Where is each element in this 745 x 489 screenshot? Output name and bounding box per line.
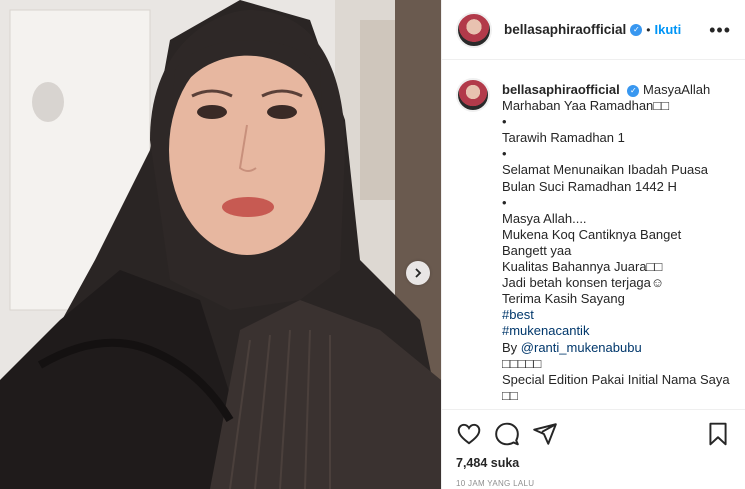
heart-icon[interactable] (456, 421, 482, 447)
caption-line: □□ (502, 387, 518, 403)
bookmark-icon[interactable] (705, 421, 731, 447)
author-avatar[interactable] (456, 11, 492, 48)
caption-line: Terima Kasih Sayang (502, 291, 625, 307)
caption-line: Bulan Suci Ramadhan 1442 H (502, 178, 677, 194)
action-bar (442, 410, 745, 448)
next-photo-button[interactable] (406, 261, 430, 285)
caption-line: Bangett yaa (502, 242, 572, 258)
author-username[interactable]: bellasaphiraofficial (504, 22, 626, 37)
verified-badge-icon: ✓ (630, 23, 643, 36)
caption-line: Tarawih Ramadhan 1 (502, 130, 625, 146)
hashtag-best[interactable]: #best (502, 307, 730, 323)
caption-line: • (502, 146, 507, 162)
caption-section: bellasaphiraofficial ✓ MasyaAllah Marhab… (442, 60, 745, 409)
caption-line: Mukena Koq Cantiknya Banget (502, 226, 682, 242)
like-count[interactable]: 7,484 suka (442, 448, 745, 470)
post-side-panel: bellasaphiraofficial ✓ • Ikuti ••• bella… (441, 0, 745, 489)
caption-username[interactable]: bellasaphiraofficial (502, 82, 620, 97)
caption-line: Selamat Menunaikan Ibadah Puasa (502, 162, 708, 178)
photo-woman-in-mukena (0, 0, 441, 489)
caption-line: MasyaAllah (643, 82, 711, 97)
caption-line: By (502, 339, 521, 355)
paper-plane-icon[interactable] (532, 421, 558, 447)
caption-line: Masya Allah.... (502, 210, 587, 226)
chevron-right-icon (415, 268, 422, 278)
caption-line: Special Edition Pakai Initial Nama Saya (502, 371, 730, 387)
post-actions-area: 7,484 suka 10 JAM YANG LALU (442, 409, 745, 489)
post-timestamp[interactable]: 10 JAM YANG LALU (442, 470, 745, 488)
post-caption: bellasaphiraofficial ✓ MasyaAllah Marhab… (502, 82, 730, 409)
follow-button[interactable]: Ikuti (655, 22, 682, 37)
caption-line: • (502, 194, 507, 210)
caption-avatar[interactable] (456, 78, 490, 112)
comment-icon[interactable] (494, 421, 520, 447)
hashtag-mukenacantik[interactable]: #mukenacantik (502, 323, 730, 339)
more-options-icon[interactable]: ••• (709, 21, 731, 39)
caption-line: □□□□□ (502, 355, 542, 371)
post-header: bellasaphiraofficial ✓ • Ikuti ••• (442, 0, 745, 60)
caption-line: Jadi betah konsen terjaga☺ (502, 275, 665, 291)
verified-badge-icon: ✓ (627, 84, 640, 97)
caption-line: • (502, 114, 507, 130)
caption-line: Kualitas Bahannya Juara□□ (502, 259, 663, 275)
post-photo[interactable] (0, 0, 441, 489)
header-separator: • (646, 22, 651, 37)
caption-line: Marhaban Yaa Ramadhan□□ (502, 98, 669, 114)
instagram-post: bellasaphiraofficial ✓ • Ikuti ••• bella… (0, 0, 745, 489)
mention-link[interactable]: @ranti_mukenabubu (521, 340, 642, 355)
